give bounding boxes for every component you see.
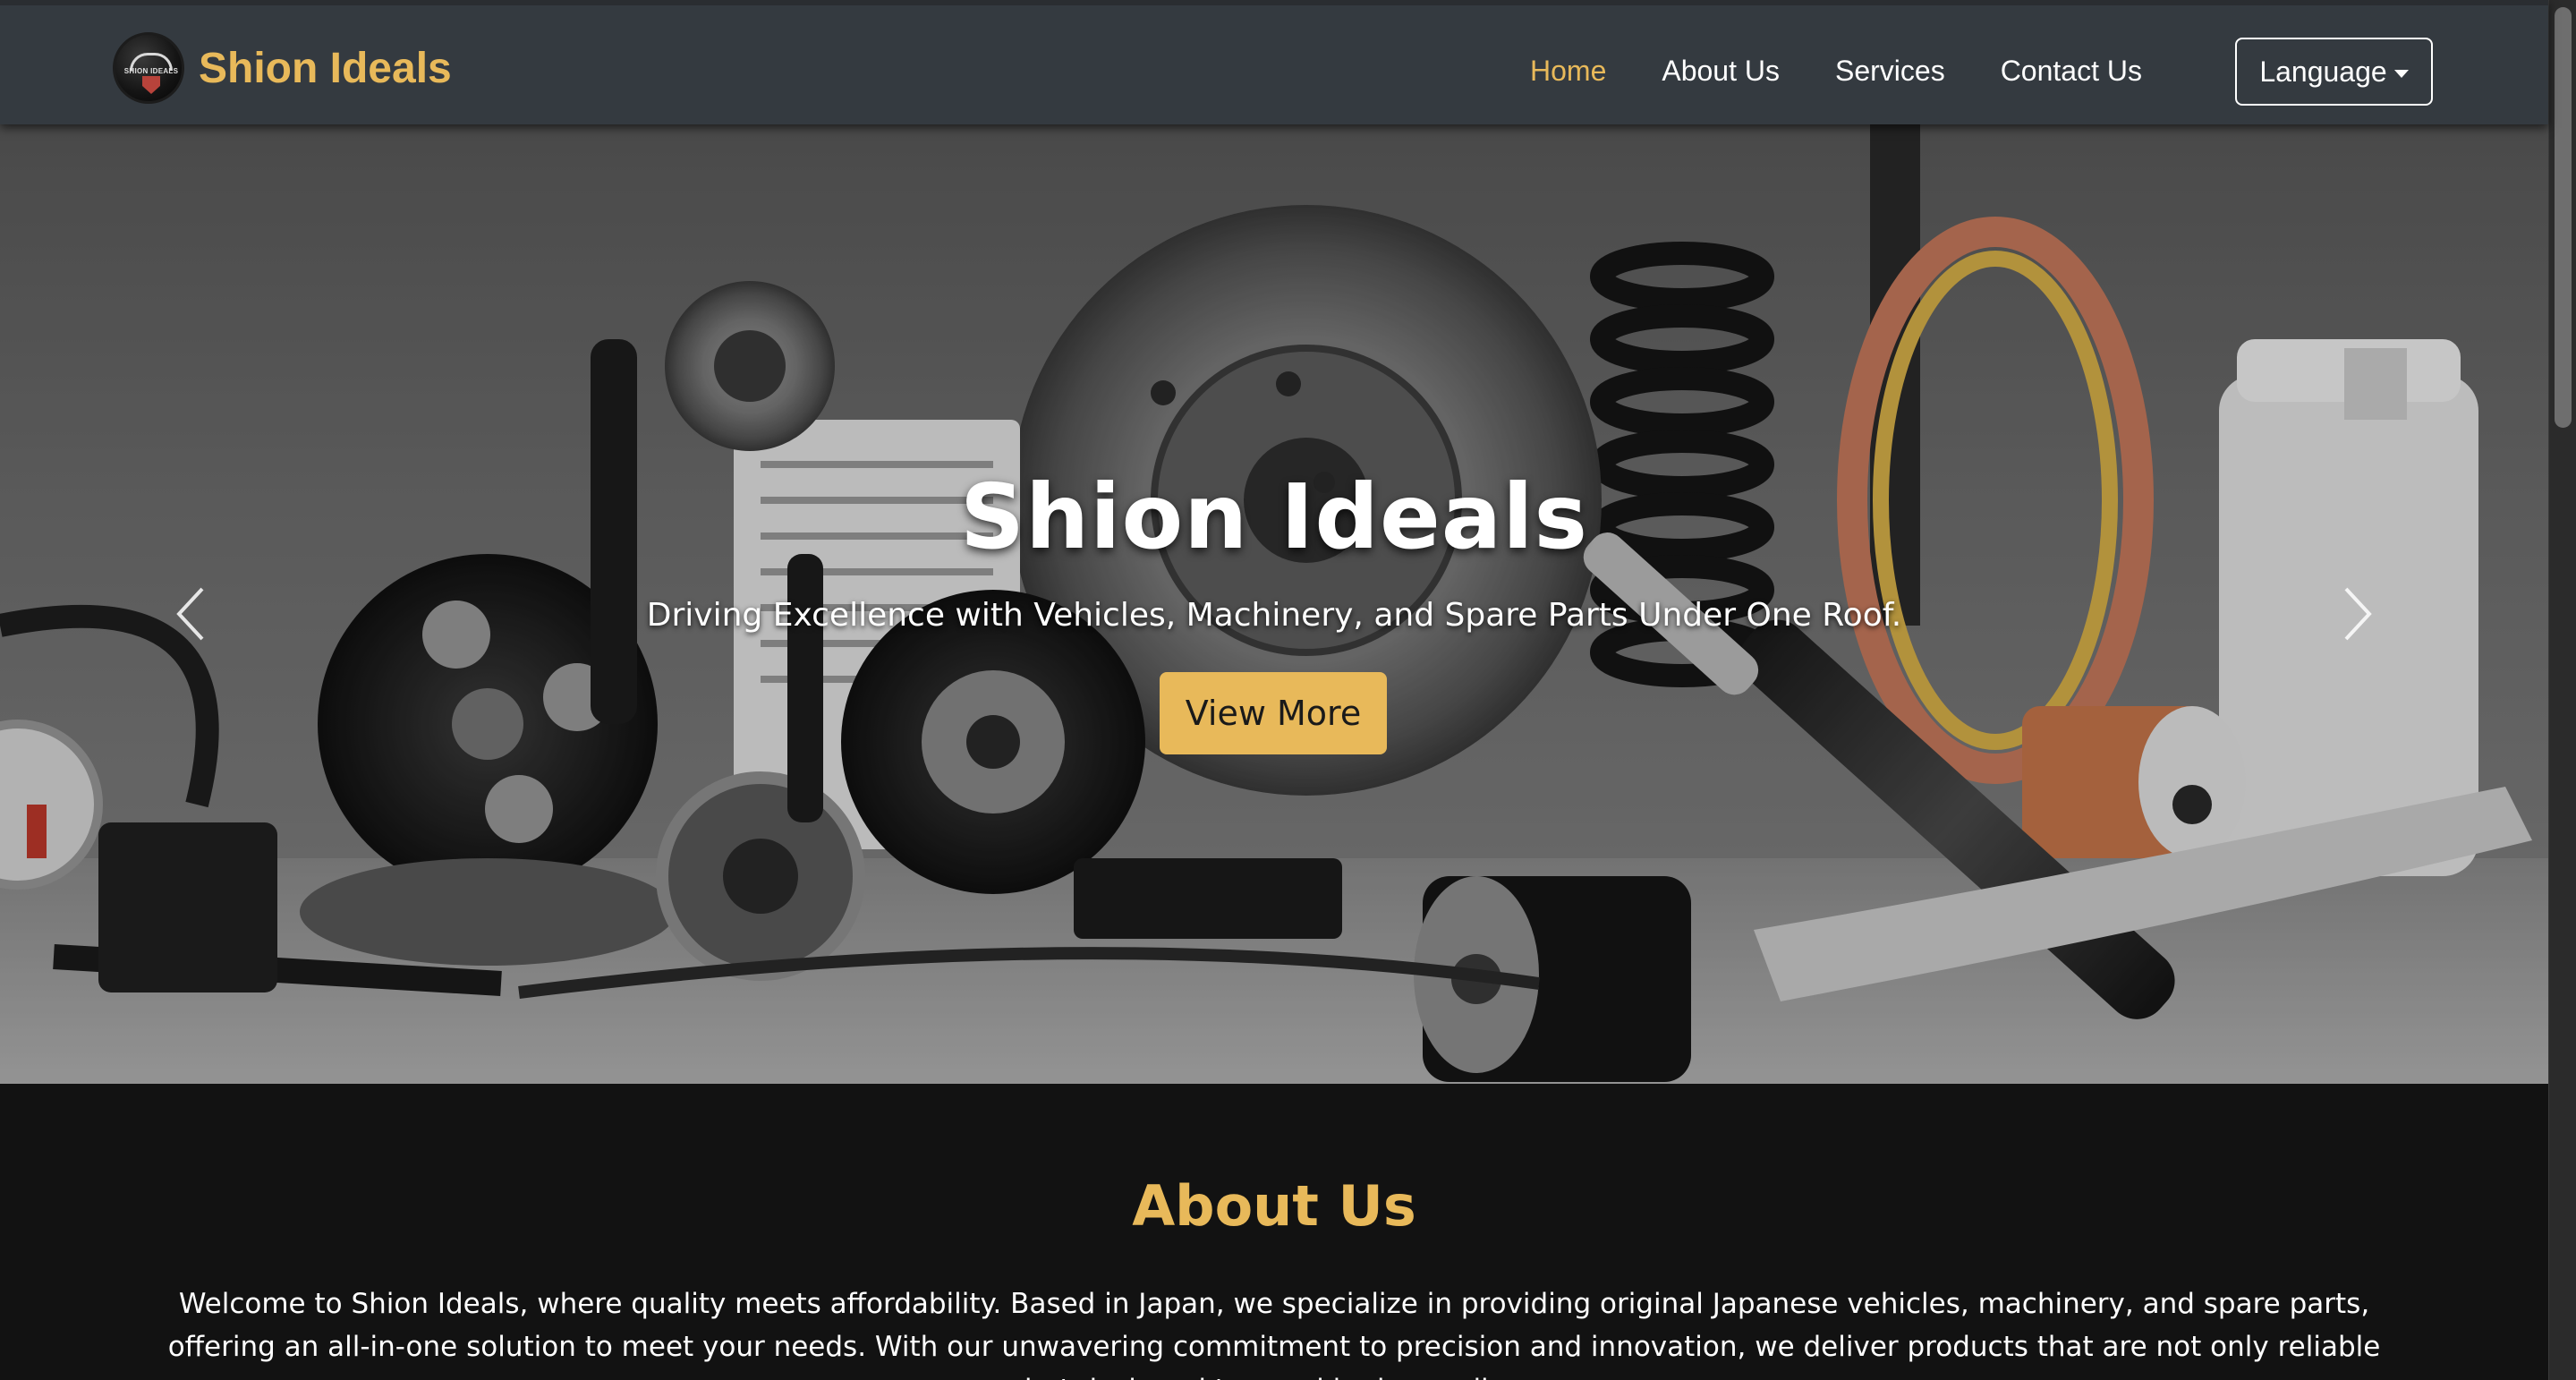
- nav-link-services[interactable]: Services: [1835, 39, 1945, 102]
- nav-link-about-us[interactable]: About Us: [1662, 39, 1780, 102]
- hero-carousel: Shion Ideals Driving Excellence with Veh…: [0, 124, 2548, 1084]
- scrollbar-thumb[interactable]: [2555, 7, 2572, 428]
- about-text: Welcome to Shion Ideals, where quality m…: [167, 1288, 2381, 1380]
- brand-name: Shion Ideals: [199, 44, 452, 92]
- about-title: About Us: [1132, 1173, 1416, 1239]
- logo-text: SHION IDEALS: [123, 67, 179, 75]
- nav-link-contact-us[interactable]: Contact Us: [2001, 39, 2142, 102]
- view-more-button[interactable]: View More: [1160, 672, 1387, 754]
- brand-link[interactable]: SHION IDEALS Shion Ideals: [113, 32, 452, 104]
- hero-title: Shion Ideals: [959, 464, 1589, 569]
- chevron-right-icon: [2344, 587, 2372, 641]
- brand-logo: SHION IDEALS: [113, 32, 184, 104]
- carousel-prev-button[interactable]: [165, 578, 218, 650]
- navbar: SHION IDEALS Shion Ideals Home About Us …: [0, 0, 2548, 124]
- about-section: About Us Welcome to Shion Ideals, where …: [0, 1084, 2548, 1380]
- chevron-left-icon: [176, 587, 204, 641]
- carousel-next-button[interactable]: [2330, 578, 2384, 650]
- hero-subtitle: Driving Excellence with Vehicles, Machin…: [646, 597, 1902, 634]
- vertical-scrollbar[interactable]: [2548, 0, 2576, 1380]
- nav-link-home[interactable]: Home: [1530, 39, 1606, 102]
- page: SHION IDEALS Shion Ideals Home About Us …: [0, 0, 2576, 1380]
- nav-links: Home About Us Services Contact Us: [1530, 39, 2198, 102]
- language-label: Language: [2259, 55, 2387, 88]
- language-dropdown-button[interactable]: Language: [2235, 38, 2433, 106]
- shield-icon: [142, 76, 160, 94]
- caret-down-icon: [2393, 69, 2409, 78]
